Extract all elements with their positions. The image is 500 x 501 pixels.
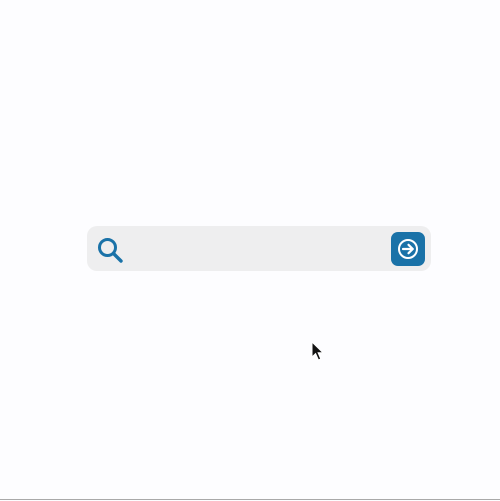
search-icon bbox=[96, 236, 124, 264]
bottom-divider bbox=[0, 499, 500, 500]
arrow-right-icon bbox=[397, 238, 419, 260]
search-input[interactable] bbox=[131, 234, 381, 263]
mouse-pointer-icon bbox=[311, 340, 325, 362]
search-bar bbox=[87, 226, 431, 271]
search-submit-button[interactable] bbox=[391, 232, 425, 266]
